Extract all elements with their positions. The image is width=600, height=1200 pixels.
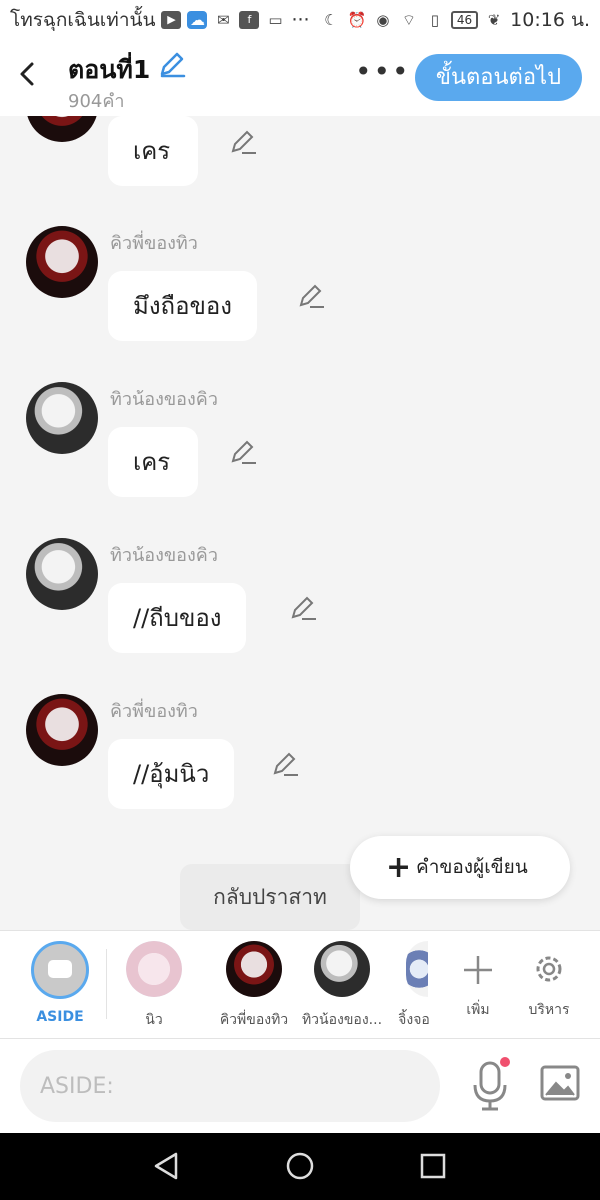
recents-square-icon[interactable] xyxy=(418,1151,448,1181)
screen-icon: ▭ xyxy=(268,11,283,29)
character-aside[interactable]: ASIDE xyxy=(30,941,90,1025)
avatar[interactable] xyxy=(26,538,98,610)
character-bar: ASIDE นิว คิวพี่ของทิว ทิวน้องของ... จิ้… xyxy=(0,930,600,1038)
input-bar xyxy=(0,1038,600,1133)
manage-label: บริหาร xyxy=(528,1002,570,1018)
status-bar: โทรฉุกเฉินเท่านั้น ▶ ☁ ✉ f ▭ ··· ☾ ⏰ ◉ ⌔… xyxy=(0,0,600,40)
character-label: จิ้งจอ xyxy=(398,1012,430,1028)
character-label: ทิวน้องของ... xyxy=(301,1012,383,1028)
edit-title-pencil-icon[interactable] xyxy=(158,50,186,78)
moon-icon: ☾ xyxy=(324,11,338,29)
messenger-icon: ✉ xyxy=(217,11,230,29)
avatar[interactable] xyxy=(26,694,98,766)
image-icon[interactable] xyxy=(540,1063,580,1103)
chat-area: เคร คิวพี่ของทิว มึงถือของ ทิวน้องของคิว… xyxy=(0,116,600,930)
battery-indicator: 46 xyxy=(450,11,479,29)
edit-message-pencil-icon[interactable] xyxy=(290,594,318,622)
author-note-label: คำของผู้เขียน xyxy=(416,856,528,878)
character-fox[interactable]: จิ้งจอ xyxy=(394,941,434,1031)
character-q[interactable]: คิวพี่ของทิว xyxy=(206,941,302,1031)
avatar[interactable] xyxy=(26,116,98,142)
message-bubble[interactable]: เคร xyxy=(108,427,198,497)
sender-name: คิวพี่ของทิว xyxy=(110,233,198,254)
alarm-icon: ⏰ xyxy=(347,11,367,29)
avatar xyxy=(406,941,428,997)
more-options-button[interactable]: ••• xyxy=(355,58,411,86)
back-arrow-icon[interactable] xyxy=(14,56,42,92)
sender-name: คิวพี่ของทิว xyxy=(110,701,198,722)
facebook-icon: f xyxy=(239,11,260,29)
video-icon: ▶ xyxy=(161,11,182,29)
word-count: 904คำ xyxy=(68,91,125,112)
avatar[interactable] xyxy=(26,226,98,298)
message-bubble[interactable]: //ถีบของ xyxy=(108,583,247,653)
character-label: นิว xyxy=(145,1012,163,1028)
character-niw[interactable]: นิว xyxy=(116,941,192,1031)
message-bubble[interactable]: //อุ้มนิว xyxy=(108,739,235,809)
wifi-icon: ⌔ xyxy=(401,11,416,29)
navigation-bar xyxy=(0,1133,600,1200)
clock: 10:16 น. xyxy=(510,9,590,31)
carrier-text: โทรฉุกเฉินเท่านั้น xyxy=(10,9,156,31)
aside-chat-icon xyxy=(31,941,89,999)
divider xyxy=(106,949,107,1019)
character-label: คิวพี่ของทิว xyxy=(219,1012,289,1028)
leaf-icon: ❦ xyxy=(487,11,501,29)
back-triangle-icon[interactable] xyxy=(152,1151,182,1181)
avatar xyxy=(226,941,282,997)
sim-icon: ▯ xyxy=(430,11,440,29)
sender-name: ทิวน้องของคิว xyxy=(110,545,218,566)
message-bubble[interactable]: เคร xyxy=(108,116,198,186)
eye-icon: ◉ xyxy=(376,11,390,29)
return-castle-chip[interactable]: กลับปราสาท xyxy=(180,864,360,930)
cloud-app-icon: ☁ xyxy=(187,11,208,29)
character-t[interactable]: ทิวน้องของ... xyxy=(298,941,386,1031)
edit-message-pencil-icon[interactable] xyxy=(298,282,326,310)
chapter-title: ตอนที่1 xyxy=(68,55,151,84)
add-label: เพิ่ม xyxy=(466,1002,490,1018)
manage-button[interactable]: บริหาร xyxy=(522,941,576,1021)
avatar[interactable] xyxy=(26,382,98,454)
edit-message-pencil-icon[interactable] xyxy=(272,750,300,778)
avatar xyxy=(314,941,370,997)
home-circle-icon[interactable] xyxy=(285,1151,315,1181)
more-notifications-icon: ··· xyxy=(291,9,310,31)
aside-input[interactable] xyxy=(20,1050,440,1122)
author-note-button[interactable]: + คำของผู้เขียน xyxy=(350,836,570,899)
character-label: ASIDE xyxy=(36,1009,84,1025)
next-step-button[interactable]: ขั้นตอนต่อไป xyxy=(415,54,582,101)
edit-message-pencil-icon[interactable] xyxy=(230,438,258,466)
sender-name: ทิวน้องของคิว xyxy=(110,389,218,410)
gear-icon xyxy=(536,956,562,982)
message-bubble[interactable]: มึงถือของ xyxy=(108,271,258,341)
add-character-button[interactable]: เพิ่ม xyxy=(454,941,502,1021)
plus-icon: + xyxy=(386,850,412,885)
plus-icon xyxy=(464,956,492,984)
avatar xyxy=(126,941,182,997)
edit-message-pencil-icon[interactable] xyxy=(230,128,258,156)
header: ตอนที่1 904คำ ••• ขั้นตอนต่อไป xyxy=(0,40,600,116)
recording-dot xyxy=(500,1057,510,1067)
